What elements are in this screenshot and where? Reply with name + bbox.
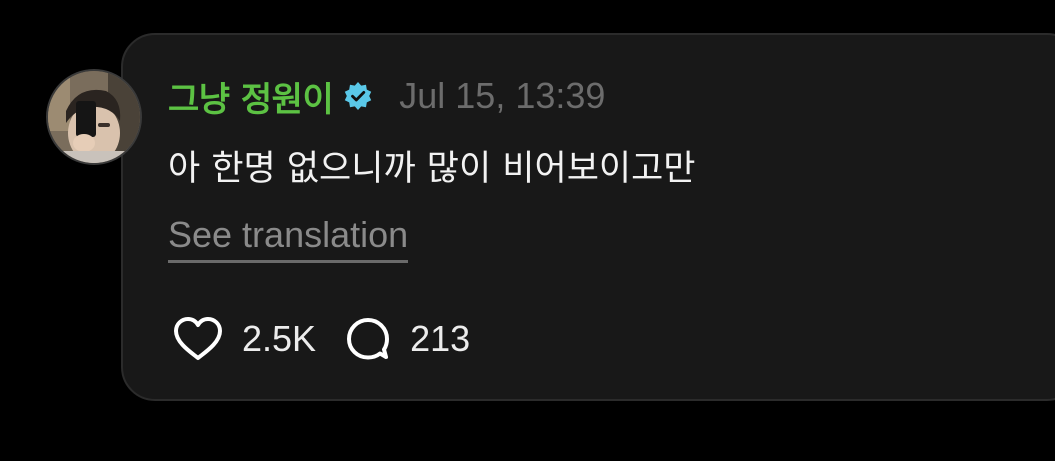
comment-actions: 2.5K 213	[172, 314, 470, 364]
speech-bubble-icon	[347, 318, 390, 360]
reply-count: 213	[410, 318, 471, 359]
like-count: 2.5K	[242, 318, 317, 359]
avatar[interactable]	[46, 69, 142, 165]
verified-badge-icon	[343, 81, 373, 111]
avatar-photo-icon	[48, 71, 140, 163]
like-button[interactable]: 2.5K	[172, 316, 316, 362]
timestamp: Jul 15, 13:39	[399, 75, 606, 116]
username[interactable]: 그냥 정원이	[168, 72, 334, 121]
reply-button[interactable]: 213	[344, 315, 470, 363]
comment-header: 그냥 정원이 Jul 15, 13:39	[168, 72, 605, 120]
heart-icon	[174, 317, 222, 360]
see-translation-link[interactable]: See translation	[168, 214, 409, 263]
comment-text: 아 한명 없으니까 많이 비어보이고만	[168, 149, 696, 189]
